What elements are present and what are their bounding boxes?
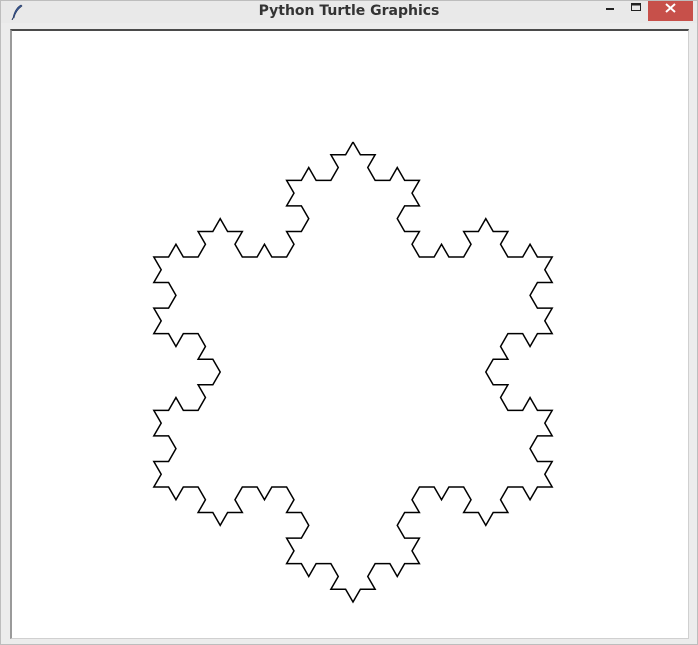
koch-snowflake-path [152,141,554,604]
minimize-icon [606,8,614,10]
maximize-icon [631,3,641,11]
drawing-surface [152,141,554,604]
turtle-canvas[interactable] [10,29,689,639]
close-button[interactable] [648,1,693,21]
window-title: Python Turtle Graphics [258,3,440,19]
close-icon [665,3,676,13]
title-bar[interactable]: Python Turtle Graphics [1,1,697,23]
turtle-window: Python Turtle Graphics [0,0,698,645]
minimize-button[interactable] [598,1,624,21]
maximize-button[interactable] [624,1,648,21]
